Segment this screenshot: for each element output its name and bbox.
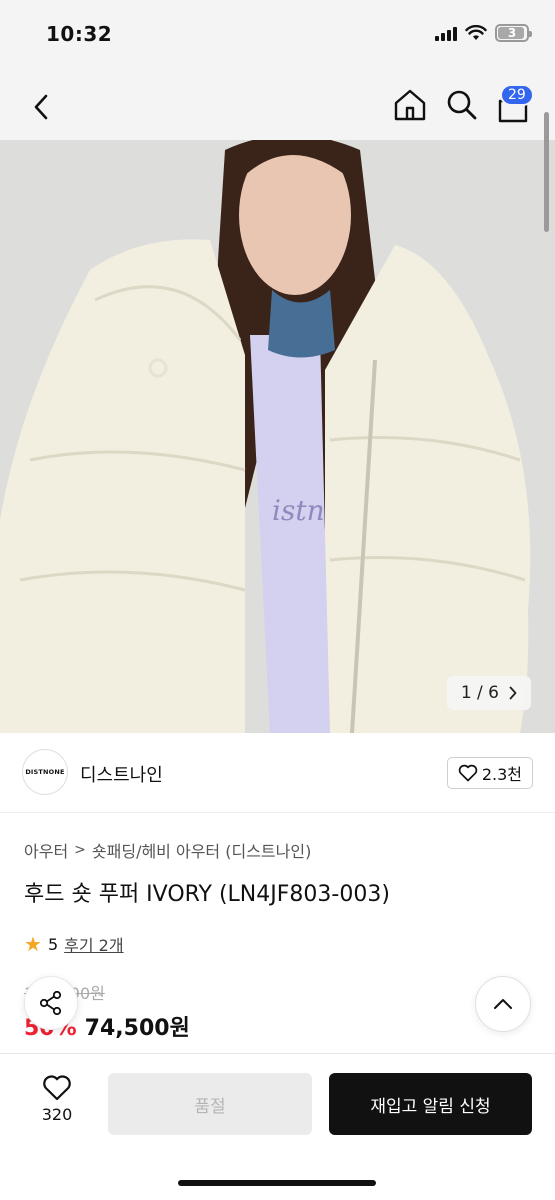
search-icon[interactable] xyxy=(444,87,480,123)
sale-price: 74,500원 xyxy=(84,1016,190,1041)
heart-icon xyxy=(43,1075,71,1101)
scrollbar[interactable] xyxy=(544,112,549,232)
chevron-up-icon xyxy=(494,999,512,1009)
scroll-top-button[interactable] xyxy=(475,976,531,1032)
restock-alert-button[interactable]: 재입고 알림 신청 xyxy=(329,1073,532,1135)
home-icon[interactable] xyxy=(392,87,428,123)
nav-bar xyxy=(0,70,555,140)
soldout-button[interactable]: 품절 xyxy=(108,1073,312,1135)
like-count: 2.3천 xyxy=(481,765,522,784)
status-time: 10:32 xyxy=(46,22,113,46)
chevron-left-icon xyxy=(34,94,48,120)
brand-logo[interactable]: DISTNONE xyxy=(22,749,68,795)
wish-button[interactable]: 320 xyxy=(30,1074,84,1124)
wish-count: 320 xyxy=(41,1105,73,1124)
product-image[interactable]: istn 1 / 6 xyxy=(0,140,555,733)
rating-value: 5 xyxy=(47,934,59,954)
bottom-action-bar: 320 품절 재입고 알림 신청 xyxy=(0,1053,555,1200)
battery-level: 3 xyxy=(507,26,517,40)
share-icon xyxy=(39,990,62,1016)
image-counter-text: 1 / 6 xyxy=(460,683,499,703)
product-photo: istn xyxy=(0,140,555,733)
status-icons: 3 xyxy=(435,24,532,42)
review-link[interactable]: 후기 2개 xyxy=(64,932,123,956)
wifi-icon xyxy=(465,25,487,40)
battery-icon: 3 xyxy=(495,24,532,42)
rating: ★ 5 후기 2개 xyxy=(24,932,124,956)
heart-icon xyxy=(458,764,478,782)
signal-icon xyxy=(435,25,457,41)
breadcrumb: 아우터 > 숏패딩/헤비 아우터 (디스트나인) xyxy=(24,838,311,862)
product-title: 후드 숏 푸퍼 IVORY (LN4JF803-003) xyxy=(24,882,390,907)
breadcrumb-item[interactable]: 아우터 xyxy=(24,838,68,862)
home-indicator xyxy=(178,1180,376,1186)
breadcrumb-item[interactable]: 숏패딩/헤비 아우터 (디스트나인) xyxy=(92,838,311,862)
chevron-right-icon xyxy=(509,686,517,700)
star-icon: ★ xyxy=(24,932,42,956)
svg-text:istn: istn xyxy=(272,494,325,527)
back-button[interactable] xyxy=(24,90,58,124)
brand-row: DISTNONE 디스트나인 2.3천 xyxy=(0,733,555,813)
status-bar: 10:32 3 xyxy=(0,0,555,70)
image-counter[interactable]: 1 / 6 xyxy=(446,676,531,710)
share-button[interactable] xyxy=(24,976,78,1030)
cart-count-badge: 29 xyxy=(500,84,534,106)
chevron-right-icon: > xyxy=(74,842,86,858)
brand-name[interactable]: 디스트나인 xyxy=(80,761,163,787)
like-button[interactable]: 2.3천 xyxy=(446,757,533,789)
